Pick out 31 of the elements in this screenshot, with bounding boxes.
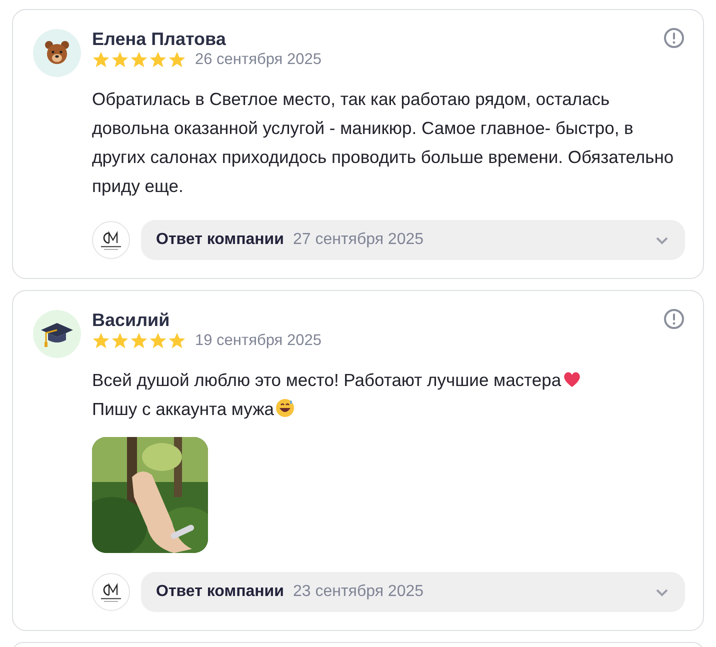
reply-date: 23 сентября 2025 <box>292 583 425 601</box>
star-icon <box>130 332 148 350</box>
review-text: Всей душой люблю это место! Работают лучшие мастера <box>92 366 679 395</box>
star-icon <box>111 332 129 350</box>
company-reply-toggle[interactable]: Ответ компании 23 сентября 2025 <box>141 572 685 612</box>
star-icon <box>130 51 148 69</box>
company-logo-icon <box>92 573 130 611</box>
bear-avatar-icon <box>33 29 81 77</box>
reply-date: 27 сентября 2025 <box>292 231 425 249</box>
star-icon <box>168 332 186 350</box>
reply-label: Ответ компании <box>156 231 284 249</box>
star-icon <box>111 51 129 69</box>
reply-label: Ответ компании <box>156 583 284 601</box>
company-reply-toggle[interactable]: Ответ компании 27 сентября 2025 <box>141 220 685 260</box>
author-name: Елена Платова <box>92 28 227 50</box>
star-icon <box>168 51 186 69</box>
author-name: Василий <box>92 309 171 331</box>
star-icon <box>149 332 167 350</box>
graduation-cap-icon <box>33 310 81 358</box>
review-date: 19 сентября 2025 <box>195 332 322 350</box>
review-text: Обратилась в Светлое место, так как работаю рядом, осталась довольна оказанной услугой - маникюр. Самое главное- быстро, в других салонах приходидось проводить больше времени. Обязательно приду еще. <box>92 88 675 198</box>
smiley-icon <box>275 398 296 418</box>
company-logo-icon <box>92 221 130 259</box>
report-icon[interactable] <box>663 27 685 49</box>
heart-icon <box>562 369 582 389</box>
review-text: Пишу с аккаунта мужа <box>92 395 679 424</box>
star-icon <box>149 51 167 69</box>
report-icon[interactable] <box>663 308 685 330</box>
star-icon <box>92 51 110 69</box>
review-date: 26 сентября 2025 <box>195 51 322 69</box>
star-icon <box>92 332 110 350</box>
